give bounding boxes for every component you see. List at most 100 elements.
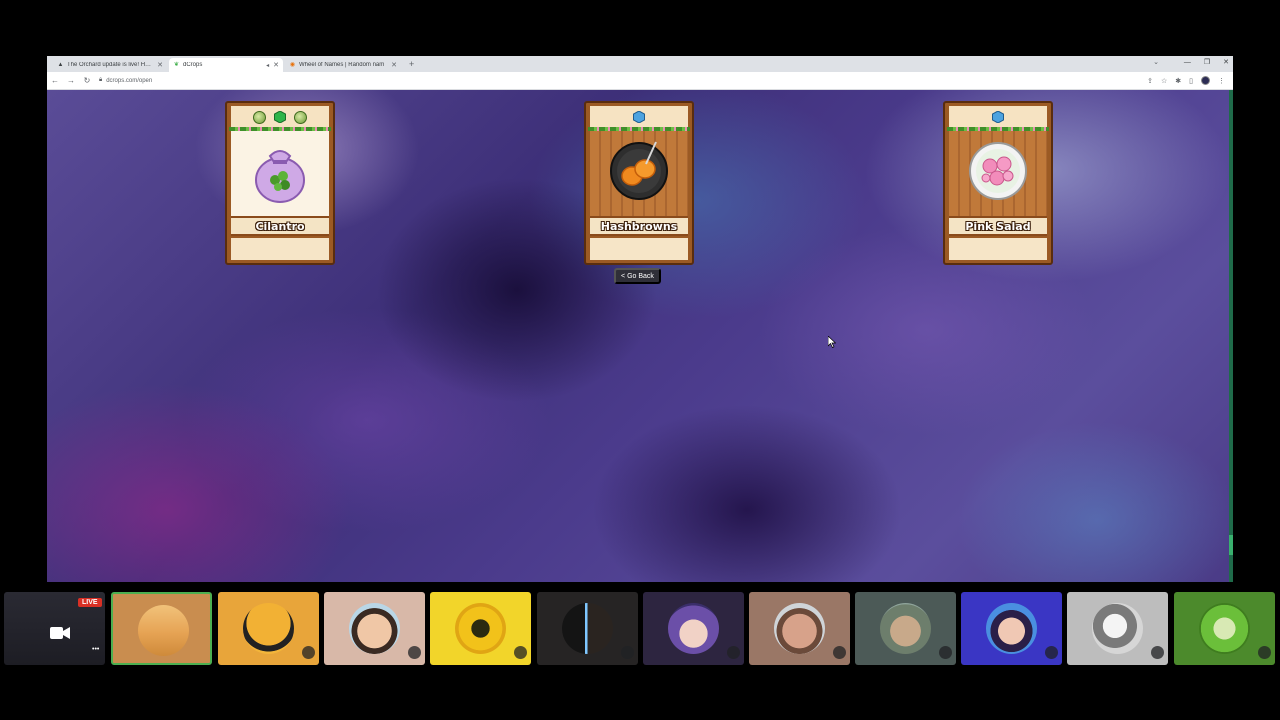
address-bar[interactable]: 🔒︎ dcrops.com/open (99, 74, 1147, 88)
card-footer (231, 238, 329, 260)
card-cilantro[interactable]: Cilantro (225, 101, 335, 265)
avatar (455, 603, 506, 654)
vine-decoration (947, 127, 1049, 131)
leaf-icon: ❦ (173, 61, 180, 68)
muted-mic-icon (1045, 646, 1058, 659)
participant-tile[interactable] (1174, 592, 1275, 665)
tab-label: dCrops (183, 62, 203, 68)
menu-dots-icon[interactable]: ⋮ (1218, 77, 1225, 85)
card-title: Pink Salad (949, 216, 1047, 236)
pink-salad-plate-icon (969, 142, 1027, 200)
participant-tile[interactable] (111, 592, 212, 665)
participant-tile[interactable] (855, 592, 956, 665)
tab-strip: ▲ The Orchard update is live! Here ✕ ❦ d… (47, 56, 1233, 72)
browser-toolbar: ← → ↻ 🔒︎ dcrops.com/open ⇪ ☆ ✱ ▯ ⋮ (47, 72, 1233, 90)
green-hex-gem-icon (274, 111, 286, 123)
seed-bag-icon (255, 150, 305, 203)
participant-strip: LIVE ••• (0, 590, 1280, 668)
muted-mic-icon (514, 646, 527, 659)
blue-hex-gem-icon (633, 111, 645, 123)
close-icon[interactable]: ✕ (391, 61, 397, 69)
muted-mic-icon (1258, 646, 1271, 659)
extensions-icon[interactable]: ✱ (1175, 77, 1181, 85)
card-title: Hashbrowns (590, 216, 688, 236)
muted-mic-icon (302, 646, 315, 659)
avatar (774, 603, 825, 654)
star-icon[interactable]: ☆ (1161, 77, 1167, 85)
window-controls: — ❐ ✕ (1184, 57, 1229, 69)
toolbar-icons: ⇪ ☆ ✱ ▯ ⋮ (1147, 76, 1233, 85)
screen: ▲ The Orchard update is live! Here ✕ ❦ d… (0, 0, 1280, 720)
triangle-icon: ▲ (57, 61, 64, 68)
muted-mic-icon (621, 646, 634, 659)
hashbrowns-plate-icon (610, 141, 668, 200)
avatar (138, 605, 189, 656)
muted-mic-icon (833, 646, 846, 659)
chevron-down-icon[interactable]: ⌄ (1153, 57, 1159, 69)
avatar (668, 603, 719, 654)
avatar (562, 603, 613, 654)
avatar (1199, 603, 1250, 654)
card-gem-row (949, 106, 1047, 128)
participant-tile[interactable] (749, 592, 850, 665)
tab-label: Wheel of Names | Random nam (299, 62, 385, 68)
tab-orchard-update[interactable]: ▲ The Orchard update is live! Here ✕ (53, 58, 167, 72)
forward-arrow-icon[interactable]: → (63, 76, 79, 85)
participant-tile[interactable] (1067, 592, 1168, 665)
scrollbar-thumb[interactable] (1229, 535, 1233, 555)
more-options-icon[interactable]: ••• (92, 646, 99, 653)
tab-dcrops[interactable]: ❦ dCrops ◂ ✕ (169, 58, 283, 72)
wheel-icon: ◉ (289, 61, 296, 68)
card-footer (590, 238, 688, 260)
muted-mic-icon (939, 646, 952, 659)
lock-icon: 🔒︎ (99, 77, 103, 83)
speaker-icon[interactable]: ◂ (266, 62, 269, 69)
tab-wheel-of-names[interactable]: ◉ Wheel of Names | Random nam ✕ (285, 58, 401, 72)
browser-window: ▲ The Orchard update is live! Here ✕ ❦ d… (47, 56, 1233, 582)
card-art (590, 128, 688, 216)
avatar (243, 603, 294, 654)
close-icon[interactable]: ✕ (157, 61, 163, 69)
participant-tile[interactable] (643, 592, 744, 665)
avatar (1092, 603, 1143, 654)
minimize-icon[interactable]: — (1184, 57, 1191, 69)
participant-tile[interactable] (961, 592, 1062, 665)
participant-tile[interactable] (537, 592, 638, 665)
participant-tile[interactable] (218, 592, 319, 665)
card-title: Cilantro (231, 216, 329, 236)
avatar (986, 603, 1037, 654)
participant-tile[interactable] (430, 592, 531, 665)
vine-decoration (588, 127, 690, 131)
card-footer (949, 238, 1047, 260)
restore-icon[interactable]: ❐ (1204, 57, 1210, 69)
close-window-icon[interactable]: ✕ (1223, 57, 1229, 69)
close-icon[interactable]: ✕ (273, 61, 279, 69)
muted-mic-icon (1151, 646, 1164, 659)
muted-mic-icon (727, 646, 740, 659)
live-badge: LIVE (78, 598, 102, 607)
avatar (349, 603, 400, 654)
url-text: dcrops.com/open (106, 77, 153, 84)
card-gem-row (590, 106, 688, 128)
round-gem-icon (294, 110, 307, 124)
go-back-button[interactable]: < Go Back (614, 268, 661, 284)
tab-label: The Orchard update is live! Here (67, 62, 154, 68)
muted-mic-icon (408, 646, 421, 659)
card-gem-row (231, 106, 329, 128)
profile-avatar[interactable] (1201, 76, 1210, 85)
card-art (231, 128, 329, 216)
camera-icon (50, 627, 70, 639)
card-pink-salad[interactable]: Pink Salad (943, 101, 1053, 265)
new-tab-button[interactable]: + (409, 58, 414, 70)
avatar (880, 603, 931, 654)
back-arrow-icon[interactable]: ← (47, 76, 63, 85)
share-icon[interactable]: ⇪ (1147, 77, 1153, 85)
vine-decoration (229, 127, 331, 131)
sidebar-icon[interactable]: ▯ (1189, 77, 1193, 85)
scrollbar[interactable] (1229, 90, 1233, 582)
participant-tile[interactable] (324, 592, 425, 665)
reload-icon[interactable]: ↻ (79, 76, 95, 85)
card-hashbrowns[interactable]: Hashbrowns (584, 101, 694, 265)
page-viewport: Cilantro Hashbrowns Pink Salad < Go Back (47, 90, 1233, 582)
self-view-tile[interactable]: LIVE ••• (4, 592, 105, 665)
